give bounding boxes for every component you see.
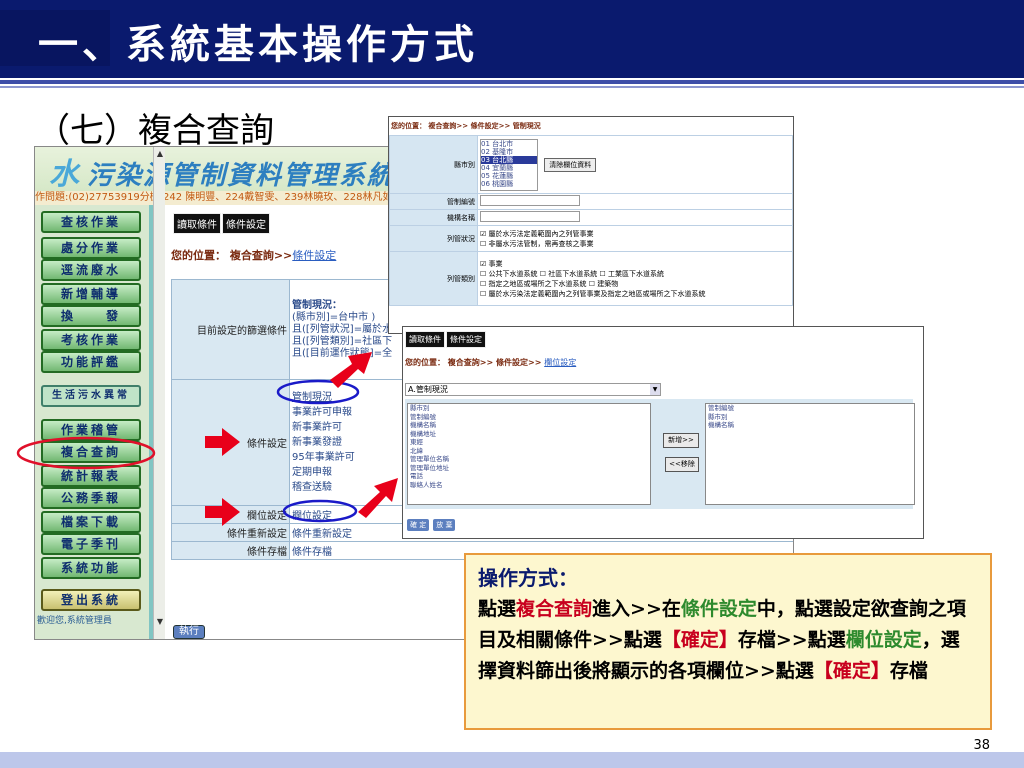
chevron-down-icon[interactable]: ▼: [650, 384, 660, 395]
field-settings-label: 欄位設定: [171, 505, 290, 524]
discard-button[interactable]: 放 棄: [433, 519, 456, 531]
sidebar-item-counseling[interactable]: 新增輔導: [41, 283, 141, 305]
sidebar-item-system[interactable]: 系統功能: [41, 557, 141, 579]
win2-breadcrumb: 您的位置： 複合查詢>> 條件設定>> 欄位設定: [405, 358, 577, 367]
current-filter-label: 目前設定的篩選條件: [171, 279, 290, 380]
breadcrumb: 您的位置： 複合查詢>>條件設定: [171, 249, 337, 262]
sidebar-item-evaluation[interactable]: 功能評鑑: [41, 351, 141, 373]
status-label: 列管狀況: [389, 225, 478, 252]
sidebar-item-statistics[interactable]: 統計報表: [41, 465, 141, 487]
sidebar-item-assessment[interactable]: 考核作業: [41, 329, 141, 351]
condition-item[interactable]: 事業許可申報: [292, 407, 352, 418]
logo-water-icon: 水: [49, 157, 79, 192]
condition-item[interactable]: 管制現況: [292, 392, 332, 403]
sidebar-item-audit[interactable]: 作業稽管: [41, 419, 141, 441]
condition-item[interactable]: 新事業發證: [292, 437, 342, 448]
slide-subtitle: （七）複合查詢: [36, 111, 274, 151]
reset-label: 條件重新設定: [171, 523, 290, 542]
condition-item[interactable]: 95年事業許可: [292, 452, 355, 463]
condition-settings-label: 條件設定: [171, 379, 290, 506]
instruction-note: 操作方式： 點選複合查詢進入>>在條件設定中，點選設定欲查詢之項目及相關條件>>…: [464, 553, 992, 730]
selected-fields-list[interactable]: 管制編號 縣市別 機構名稱: [705, 403, 915, 505]
page-number: 38: [973, 738, 990, 753]
tab-condition-settings[interactable]: 條件設定: [446, 331, 486, 348]
tab-load-conditions[interactable]: 讀取條件: [405, 331, 445, 348]
welcome-text: 歡迎您,系統管理員: [37, 616, 112, 626]
scroll-up-icon[interactable]: ▲: [155, 149, 165, 159]
condition-item[interactable]: 定期申報: [292, 467, 332, 478]
status-checkbox[interactable]: ☑ 屬於水污法定義範圍內之列管事業: [480, 229, 790, 239]
org-name-input[interactable]: [480, 211, 580, 222]
ctrl-no-input[interactable]: [480, 195, 580, 206]
county-listbox[interactable]: 01 台北市 02 基隆市 03 台北縣 04 宜蘭縣 05 花蓮縣 06 桃園縣: [480, 138, 538, 191]
sidebar-item-ejournal[interactable]: 電子季刊: [41, 533, 141, 555]
scroll-down-icon[interactable]: ▼: [155, 617, 165, 627]
type-checkbox[interactable]: ☑ 事業: [480, 259, 790, 269]
status-checkbox[interactable]: ☐ 非屬水污法管制，需再查核之事業: [480, 239, 790, 249]
win1-breadcrumb: 您的位置： 複合查詢>> 條件設定>> 管制現況: [391, 122, 541, 130]
tab-load-conditions[interactable]: 讀取條件: [173, 213, 221, 234]
county-label: 縣市別: [389, 135, 478, 194]
sidebar-item-compound-query[interactable]: 複合查詢: [41, 441, 141, 463]
breadcrumb-link[interactable]: 條件設定: [292, 249, 336, 262]
logout-button[interactable]: 登出系統: [41, 589, 141, 611]
app-logo-text: 污染源管制資料管理系統: [87, 161, 396, 191]
sidebar-item-download[interactable]: 檔案下載: [41, 511, 141, 533]
sidebar-item-penalty[interactable]: 處分作業: [41, 237, 141, 259]
slide-title: 一、系統基本操作方式: [38, 21, 478, 68]
execute-button[interactable]: 執行: [173, 625, 205, 639]
available-fields-list[interactable]: 縣市別 管制編號 機構名稱 機構地址 東經 北緯 管理單位名稱 管理單位地址 電話 聯絡人姓名: [407, 403, 651, 505]
sidebar-item-reissue[interactable]: 換 發: [41, 305, 141, 327]
ctrl-no-label: 管制編號: [389, 193, 478, 210]
clear-fields-button[interactable]: 清除欄位資料: [544, 157, 597, 172]
sidebar-item-sewage-anomaly[interactable]: 生活污水異常: [41, 385, 141, 407]
tab-condition-settings[interactable]: 條件設定: [222, 213, 270, 234]
org-name-label: 機構名稱: [389, 209, 478, 226]
sidebar-item-runoff[interactable]: 逕流廢水: [41, 259, 141, 281]
sidebar-item-inspection[interactable]: 查核作業: [41, 211, 141, 233]
confirm-button[interactable]: 確 定: [407, 519, 430, 531]
type-label: 列管類別: [389, 251, 478, 306]
slide-title-bar: 一、系統基本操作方式: [0, 0, 1024, 78]
save-label: 條件存檔: [171, 541, 290, 560]
add-field-button[interactable]: 新增>>: [663, 433, 699, 448]
condition-item[interactable]: 新事業許可: [292, 422, 342, 433]
sidebar-item-quarterly[interactable]: 公務季報: [41, 487, 141, 509]
category-select[interactable]: A.管制現況 ▼: [405, 383, 661, 396]
condition-item[interactable]: 稽查送驗: [292, 482, 332, 493]
field-settings-window: 讀取條件 條件設定 您的位置： 複合查詢>> 條件設定>> 欄位設定 A.管制現況…: [402, 326, 924, 539]
control-status-window: 您的位置： 複合查詢>> 條件設定>> 管制現況 縣市別 01 台北市 02 基隆…: [388, 116, 794, 334]
remove-field-button[interactable]: <<移除: [665, 457, 699, 472]
sidebar: 查核作業 處分作業 逕流廢水 新增輔導 換 發 考核作業 功能評鑑 生活污水異常…: [35, 205, 153, 639]
scrollbar[interactable]: ▲ ▼: [153, 147, 165, 639]
